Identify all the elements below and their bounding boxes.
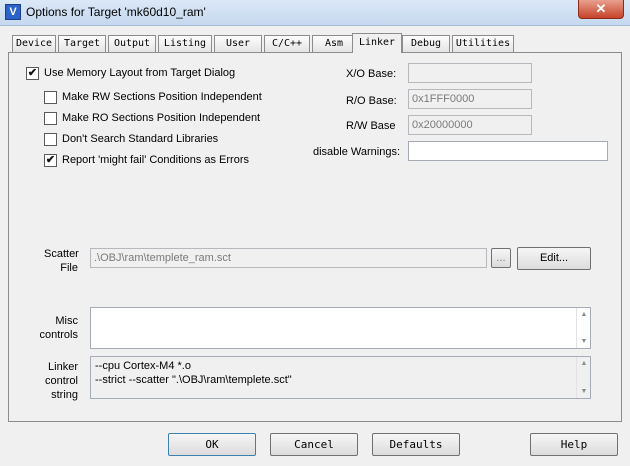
use-memory-layout-label: Use Memory Layout from Target Dialog <box>44 67 236 79</box>
dont-search-libs-option[interactable]: Don't Search Standard Libraries <box>44 132 218 146</box>
rw-independent-option[interactable]: Make RW Sections Position Independent <box>44 90 262 104</box>
help-button[interactable]: Help <box>530 433 618 456</box>
scroll-up-icon[interactable]: ▲ <box>579 360 589 367</box>
title-bar: V Options for Target 'mk60d10_ram' ✕ <box>0 0 630 26</box>
rw-independent-label: Make RW Sections Position Independent <box>62 91 262 103</box>
tab-listing[interactable]: Listing <box>158 35 212 52</box>
scatter-browse-button[interactable]: ... <box>491 248 511 268</box>
tab-device[interactable]: Device <box>12 35 56 52</box>
window-title: Options for Target 'mk60d10_ram' <box>26 5 206 19</box>
misc-label-line2: controls <box>39 329 78 341</box>
rw-independent-checkbox[interactable] <box>44 90 57 104</box>
disable-warnings-label: disable Warnings: <box>313 146 401 158</box>
tab-user[interactable]: User <box>214 35 262 52</box>
dont-search-libs-checkbox[interactable] <box>44 132 57 146</box>
scroll-up-icon[interactable]: ▲ <box>579 311 589 318</box>
scatter-file-field[interactable]: .\OBJ\ram\templete_ram.sct <box>90 248 487 268</box>
keil-app-icon: V <box>5 4 21 20</box>
linker-string-line-2: --strict --scatter ".\OBJ\ram\templete.s… <box>95 374 292 386</box>
close-button[interactable]: ✕ <box>578 0 624 19</box>
linker-string-label-line1: Linker <box>48 361 78 373</box>
defaults-button[interactable]: Defaults <box>372 433 460 456</box>
ro-base-field[interactable]: 0x1FFF0000 <box>408 89 532 109</box>
use-memory-layout-checkbox[interactable]: ✔ <box>26 66 39 80</box>
scatter-label-line1: Scatter <box>44 248 79 260</box>
scroll-down-icon[interactable]: ▼ <box>579 338 589 345</box>
cancel-button[interactable]: Cancel <box>270 433 358 456</box>
linker-control-string-textarea[interactable]: --cpu Cortex-M4 *.o --strict --scatter "… <box>90 356 591 399</box>
linker-string-label-line3: string <box>51 389 78 401</box>
tab-utilities[interactable]: Utilities <box>452 35 514 52</box>
rw-base-field[interactable]: 0x20000000 <box>408 115 532 135</box>
tab-debug[interactable]: Debug <box>402 35 450 52</box>
xo-base-field[interactable] <box>408 63 532 83</box>
tab-linker[interactable]: Linker <box>352 33 402 53</box>
scatter-edit-button[interactable]: Edit... <box>517 247 591 270</box>
ok-button[interactable]: OK <box>168 433 256 456</box>
linker-string-label-line2: control <box>44 375 78 387</box>
tab-target[interactable]: Target <box>58 35 106 52</box>
ro-independent-label: Make RO Sections Position Independent <box>62 112 261 124</box>
might-fail-errors-checkbox[interactable]: ✔ <box>44 153 57 167</box>
tab-output[interactable]: Output <box>108 35 156 52</box>
ro-independent-option[interactable]: Make RO Sections Position Independent <box>44 111 260 125</box>
rw-base-label: R/W Base <box>346 120 396 132</box>
might-fail-errors-label: Report 'might fail' Conditions as Errors <box>62 154 249 166</box>
might-fail-errors-option[interactable]: ✔ Report 'might fail' Conditions as Erro… <box>44 153 249 167</box>
ro-base-label: R/O Base: <box>346 95 397 107</box>
scatter-label-line2: File <box>60 262 78 274</box>
linker-string-scrollbar[interactable]: ▲ ▼ <box>576 357 590 398</box>
xo-base-label: X/O Base: <box>346 68 397 80</box>
scroll-down-icon[interactable]: ▼ <box>579 388 589 395</box>
linker-string-line-1: --cpu Cortex-M4 *.o <box>95 360 191 372</box>
misc-controls-textarea[interactable]: ▲ ▼ <box>90 307 591 349</box>
dont-search-libs-label: Don't Search Standard Libraries <box>62 133 219 145</box>
disable-warnings-field[interactable] <box>408 141 608 161</box>
ro-independent-checkbox[interactable] <box>44 111 57 125</box>
tab-asm[interactable]: Asm <box>312 35 356 52</box>
misc-label-line1: Misc <box>55 315 78 327</box>
tab-c-cpp[interactable]: C/C++ <box>264 35 310 52</box>
use-memory-layout-option[interactable]: ✔ Use Memory Layout from Target Dialog <box>26 66 235 80</box>
misc-scrollbar[interactable]: ▲ ▼ <box>576 308 590 348</box>
